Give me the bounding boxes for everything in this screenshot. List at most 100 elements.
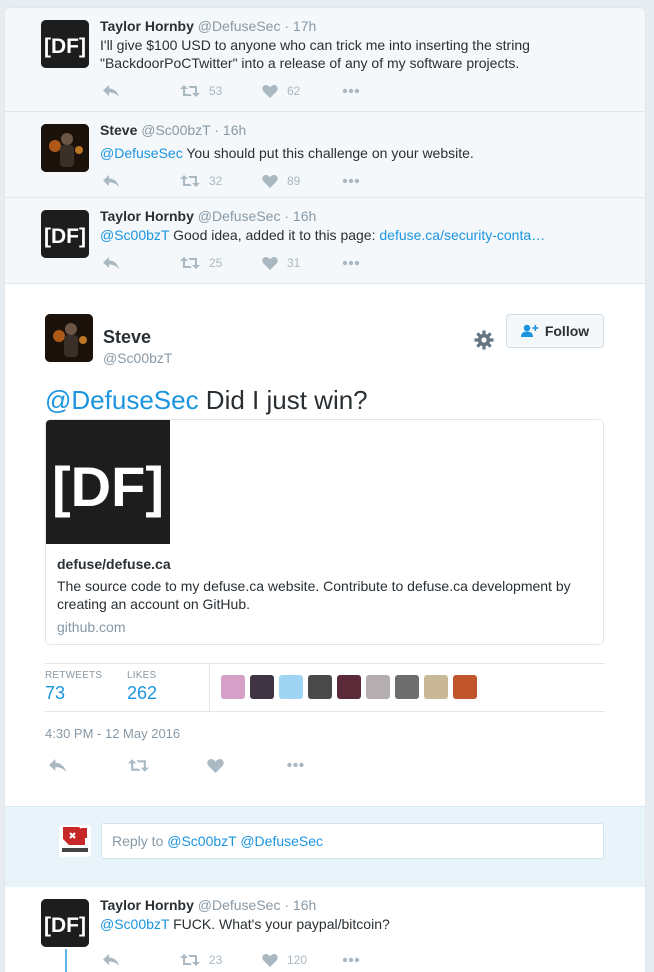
liker-avatar[interactable] bbox=[279, 675, 303, 699]
like-action[interactable]: 62 bbox=[262, 84, 342, 98]
retweets-stat[interactable]: RETWEETS 73 bbox=[45, 670, 102, 704]
conversation-tweet[interactable]: [DF] Taylor Hornby @DefuseSec · 17h I'll… bbox=[5, 8, 645, 112]
reply-mentions: @Sc00bzT @DefuseSec bbox=[167, 833, 324, 849]
liker-avatar[interactable] bbox=[395, 675, 419, 699]
retweets-count: 73 bbox=[45, 683, 66, 703]
avatar[interactable]: [DF] bbox=[41, 20, 89, 68]
follow-button[interactable]: Follow bbox=[506, 314, 604, 348]
liker-avatar[interactable] bbox=[221, 675, 245, 699]
liker-avatar[interactable] bbox=[366, 675, 390, 699]
likes-stat[interactable]: LIKES 262 bbox=[127, 670, 157, 704]
more-icon bbox=[342, 178, 360, 184]
display-name[interactable]: Taylor Hornby bbox=[100, 18, 194, 34]
liker-avatar[interactable] bbox=[453, 675, 477, 699]
more-action[interactable] bbox=[342, 178, 360, 184]
tweet-actions: 53 62 bbox=[102, 82, 360, 100]
reply-action[interactable] bbox=[48, 758, 128, 773]
tweet-header: Taylor Hornby @DefuseSec · 16h bbox=[100, 208, 316, 224]
screen-name[interactable]: @DefuseSec bbox=[198, 18, 281, 34]
display-name[interactable]: Steve bbox=[103, 327, 151, 348]
tweet-timestamp[interactable]: 4:30 PM - 12 May 2016 bbox=[45, 726, 180, 741]
conversation-tweet[interactable]: Steve @Sc00bzT · 16h @DefuseSec You shou… bbox=[5, 112, 645, 198]
display-name[interactable]: Taylor Hornby bbox=[100, 208, 194, 224]
heart-icon bbox=[207, 758, 224, 773]
tweet-body: Good idea, added it to this page: bbox=[169, 227, 380, 243]
tweet-text: @Sc00bzT Good idea, added it to this pag… bbox=[100, 226, 620, 244]
url-link[interactable]: defuse.ca/security-conta… bbox=[379, 227, 545, 243]
df-logo-icon: [DF] bbox=[52, 455, 164, 518]
mention-link[interactable]: @DefuseSec bbox=[45, 385, 199, 415]
avatar[interactable] bbox=[41, 124, 89, 172]
retweet-count: 23 bbox=[209, 953, 223, 967]
tweet-header: Steve @Sc00bzT · 16h bbox=[100, 122, 246, 138]
conversation-tweet[interactable]: [DF] Taylor Hornby @DefuseSec · 16h @Sc0… bbox=[5, 198, 645, 284]
tweet-header: Taylor Hornby @DefuseSec · 16h bbox=[100, 897, 316, 913]
current-user-avatar[interactable] bbox=[59, 825, 91, 857]
tweet-time[interactable]: · 16h bbox=[214, 122, 246, 138]
card-domain[interactable]: github.com bbox=[57, 619, 125, 635]
retweet-count: 32 bbox=[209, 174, 223, 188]
avatar[interactable] bbox=[45, 314, 93, 362]
reply-prefix: Reply to bbox=[112, 833, 168, 849]
tweet-time[interactable]: · 16h bbox=[284, 208, 316, 224]
reply-tweet[interactable]: [DF] Taylor Hornby @DefuseSec · 16h @Sc0… bbox=[5, 887, 645, 972]
tweet-time[interactable]: · 16h bbox=[284, 897, 316, 913]
retweet-icon bbox=[128, 758, 149, 772]
follow-label: Follow bbox=[544, 323, 590, 339]
stats-divider bbox=[209, 664, 210, 711]
retweet-icon bbox=[180, 85, 200, 97]
more-action[interactable] bbox=[286, 762, 305, 768]
screen-name[interactable]: @Sc00bzT bbox=[141, 122, 210, 138]
like-action[interactable]: 31 bbox=[262, 256, 342, 270]
retweet-action[interactable]: 25 bbox=[180, 256, 262, 270]
retweet-action[interactable]: 32 bbox=[180, 174, 262, 188]
screen-name[interactable]: @Sc00bzT bbox=[103, 350, 172, 366]
reply-action[interactable] bbox=[102, 84, 180, 98]
retweet-count: 25 bbox=[209, 256, 223, 270]
mention-link[interactable]: @Sc00bzT bbox=[100, 227, 169, 243]
reply-input[interactable]: Reply to @Sc00bzT @DefuseSec bbox=[101, 823, 604, 859]
more-action[interactable] bbox=[342, 260, 360, 266]
avatar[interactable]: [DF] bbox=[41, 899, 89, 947]
tweet-body: You should put this challenge on your we… bbox=[182, 145, 474, 161]
more-icon bbox=[342, 260, 360, 266]
retweets-label: RETWEETS bbox=[45, 670, 103, 681]
liker-avatar[interactable] bbox=[250, 675, 274, 699]
link-preview-card[interactable]: [DF] defuse/defuse.ca The source code to… bbox=[45, 419, 604, 645]
reply-icon bbox=[49, 758, 66, 772]
like-action[interactable] bbox=[207, 758, 286, 773]
screen-name[interactable]: @DefuseSec bbox=[198, 897, 281, 913]
likes-count: 262 bbox=[127, 683, 158, 703]
display-name[interactable]: Steve bbox=[100, 122, 137, 138]
display-name[interactable]: Taylor Hornby bbox=[100, 897, 194, 913]
df-logo-text: [DF] bbox=[44, 914, 86, 937]
df-logo-text: [DF] bbox=[44, 225, 86, 248]
reply-action[interactable] bbox=[102, 953, 180, 967]
avatar[interactable]: [DF] bbox=[41, 210, 89, 258]
like-count: 31 bbox=[287, 256, 301, 270]
card-title[interactable]: defuse/defuse.ca bbox=[57, 556, 171, 572]
liker-avatar[interactable] bbox=[308, 675, 332, 699]
reply-action[interactable] bbox=[102, 256, 180, 270]
retweet-action[interactable]: 23 bbox=[180, 953, 262, 967]
mention-link[interactable]: @DefuseSec bbox=[100, 145, 183, 161]
more-action[interactable] bbox=[342, 88, 360, 94]
heart-icon bbox=[262, 953, 278, 967]
liker-avatar[interactable] bbox=[337, 675, 361, 699]
retweet-icon bbox=[180, 954, 200, 966]
more-icon bbox=[342, 957, 360, 963]
retweet-action[interactable]: 53 bbox=[180, 84, 262, 98]
mention-link[interactable]: @Sc00bzT bbox=[100, 916, 169, 932]
gear-icon[interactable] bbox=[474, 330, 494, 350]
tweet-time[interactable]: · 17h bbox=[284, 18, 316, 34]
like-count: 89 bbox=[287, 174, 301, 188]
like-action[interactable]: 120 bbox=[262, 953, 342, 967]
tweet-actions: 23 120 bbox=[102, 951, 360, 969]
more-action[interactable] bbox=[342, 957, 360, 963]
liker-avatar[interactable] bbox=[424, 675, 448, 699]
reply-action[interactable] bbox=[102, 174, 180, 188]
like-action[interactable]: 89 bbox=[262, 174, 342, 188]
screen-name[interactable]: @DefuseSec bbox=[198, 208, 281, 224]
retweet-count: 53 bbox=[209, 84, 223, 98]
retweet-action[interactable] bbox=[128, 758, 207, 773]
